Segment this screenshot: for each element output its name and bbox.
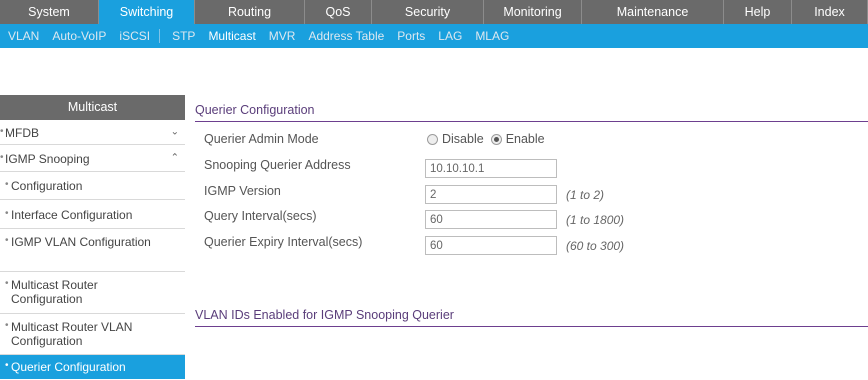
sidebar-item-multicast-router-configuration[interactable]: • Multicast Router Configuration: [0, 272, 185, 314]
sidebar-item-label: Querier Configuration: [11, 360, 126, 374]
subnav-item-ports[interactable]: Ports: [397, 29, 425, 43]
tab-switching[interactable]: Switching: [99, 0, 195, 24]
tab-security[interactable]: Security: [372, 0, 484, 24]
expiry-interval-label: Querier Expiry Interval(secs): [204, 235, 363, 249]
top-navigation: System Switching Routing QoS Security Monitor…: [0, 0, 868, 24]
sidebar-item-multicast-router-vlan-configuration[interactable]: • Multicast Router VLAN Configuration: [0, 314, 185, 355]
sidebar-item-label: Multicast Router Configuration: [11, 278, 98, 306]
sidebar-item-igmp-snooping[interactable]: • IGMP Snooping ⌃: [0, 145, 185, 172]
bullet-icon: •: [5, 320, 9, 331]
vlan-ids-querier-title: VLAN IDs Enabled for IGMP Snooping Queri…: [195, 304, 868, 327]
bullet-icon: •: [5, 179, 9, 190]
tab-routing[interactable]: Routing: [195, 0, 305, 24]
sub-navigation: VLAN Auto-VoIP iSCSI STP Multicast MVR Address…: [0, 24, 868, 48]
bullet-icon: •: [5, 207, 9, 219]
query-interval-input[interactable]: [425, 210, 557, 229]
sidebar-header: Multicast: [0, 95, 185, 120]
disable-radio[interactable]: [427, 133, 438, 145]
subnav-item-stp[interactable]: STP: [172, 29, 195, 43]
bullet-icon: •: [5, 278, 9, 289]
query-interval-label: Query Interval(secs): [204, 209, 317, 223]
bullet-icon: •: [5, 235, 9, 246]
sidebar-item-label: IGMP Snooping: [5, 151, 90, 166]
sidebar-item-mfdb[interactable]: • MFDB ⌄: [0, 120, 185, 145]
tab-index[interactable]: Index: [792, 0, 868, 24]
igmp-version-label: IGMP Version: [204, 184, 281, 198]
sidebar-item-label: Multicast Router VLAN Configuration: [11, 320, 133, 348]
disable-radio-label: Disable: [442, 132, 484, 146]
subnav-item-address-table[interactable]: Address Table: [308, 29, 384, 43]
sidebar-item-label: Interface Configuration: [11, 207, 133, 222]
subnav-item-vlan[interactable]: VLAN: [8, 29, 39, 43]
subnav-item-mlag[interactable]: MLAG: [475, 29, 509, 43]
subnav-divider: [159, 29, 161, 43]
subnav-item-auto-voip[interactable]: Auto-VoIP: [52, 29, 106, 43]
expiry-interval-input[interactable]: [425, 236, 557, 255]
sidebar-item-label: Configuration: [11, 179, 83, 193]
enable-radio[interactable]: [490, 133, 502, 145]
subnav-item-multicast[interactable]: Multicast: [208, 29, 255, 43]
chevron-up-icon[interactable]: ⌃: [171, 153, 179, 164]
sidebar-item-igmp-vlan-configuration[interactable]: • IGMP VLAN Configuration: [0, 229, 185, 272]
bullet-icon: •: [0, 151, 4, 163]
admin-mode-label: Querier Admin Mode: [204, 132, 319, 146]
tab-maintenance[interactable]: Maintenance: [582, 0, 724, 24]
sidebar-item-querier-configuration[interactable]: • Querier Configuration: [0, 355, 185, 379]
igmp-version-hint: (1 to 2): [566, 188, 605, 202]
sidebar: Multicast • MFDB ⌄ • IGMP Snooping ⌃ • Configur…: [0, 95, 185, 379]
snooping-address-input[interactable]: [425, 159, 557, 178]
bullet-icon: •: [5, 360, 9, 371]
igmp-version-input[interactable]: [425, 185, 557, 204]
tab-help[interactable]: Help: [724, 0, 792, 24]
sidebar-item-label: IGMP VLAN Configuration: [11, 235, 151, 249]
subnav-item-mvr[interactable]: MVR: [269, 29, 296, 43]
tab-monitoring[interactable]: Monitoring: [484, 0, 582, 24]
sidebar-item-label: MFDB: [5, 125, 39, 140]
tab-qos[interactable]: QoS: [305, 0, 372, 24]
querier-configuration-title: Querier Configuration: [195, 99, 868, 122]
tab-system[interactable]: System: [0, 0, 99, 24]
subnav-item-iscsi[interactable]: iSCSI: [119, 29, 150, 43]
query-interval-hint: (1 to 1800): [566, 213, 625, 227]
sidebar-item-interface-configuration[interactable]: • Interface Configuration: [0, 200, 185, 229]
bullet-icon: •: [0, 125, 4, 137]
sidebar-item-configuration[interactable]: • Configuration: [0, 172, 185, 200]
expiry-interval-hint: (60 to 300): [566, 239, 625, 253]
chevron-down-icon[interactable]: ⌄: [171, 127, 179, 138]
subnav-item-lag[interactable]: LAG: [438, 29, 462, 43]
snooping-address-label: Snooping Querier Address: [204, 158, 351, 172]
admin-mode-radio-group: Disable Enable: [427, 129, 552, 149]
enable-radio-label: Enable: [505, 132, 545, 146]
